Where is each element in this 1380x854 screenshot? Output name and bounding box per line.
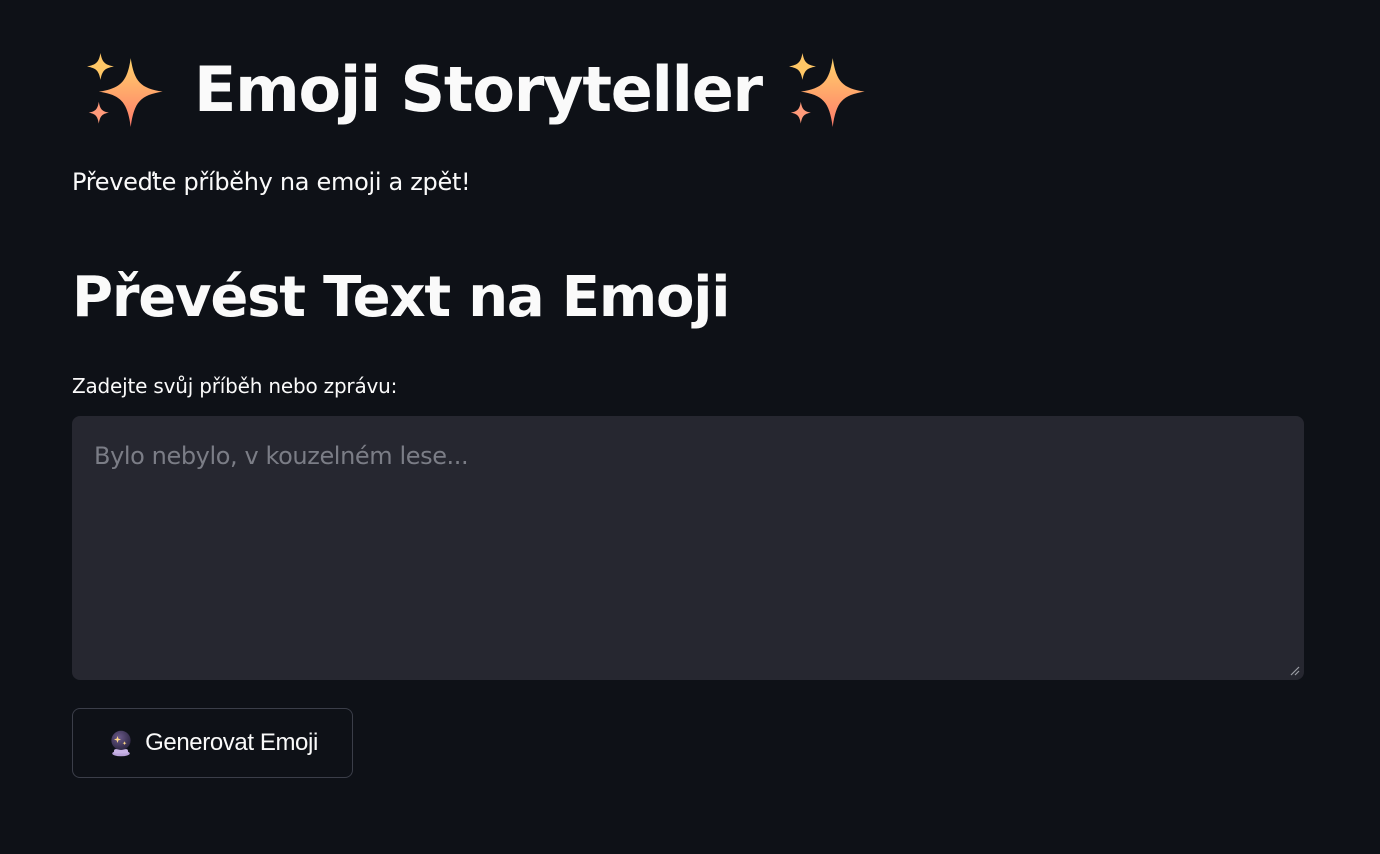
story-input-container <box>72 416 1304 680</box>
app-page: Emoji Storyteller Převeďte příběhy na em… <box>0 0 1380 854</box>
generate-emoji-button[interactable]: Generovat Emoji <box>72 708 353 778</box>
story-input-label: Zadejte svůj příběh nebo zprávu: <box>72 374 398 398</box>
sparkles-icon <box>784 48 868 132</box>
section-heading: Převést Text na Emoji <box>72 265 730 330</box>
story-input[interactable] <box>72 416 1304 680</box>
resize-handle-icon[interactable] <box>1288 664 1300 676</box>
page-title: Emoji Storyteller <box>194 53 763 126</box>
generate-emoji-button-label: Generovat Emoji <box>145 729 318 756</box>
page-title-row: Emoji Storyteller <box>82 44 868 136</box>
sparkles-icon <box>82 48 166 132</box>
crystal-ball-icon <box>111 730 131 757</box>
page-subtitle: Převeďte příběhy na emoji a zpět! <box>72 168 471 196</box>
